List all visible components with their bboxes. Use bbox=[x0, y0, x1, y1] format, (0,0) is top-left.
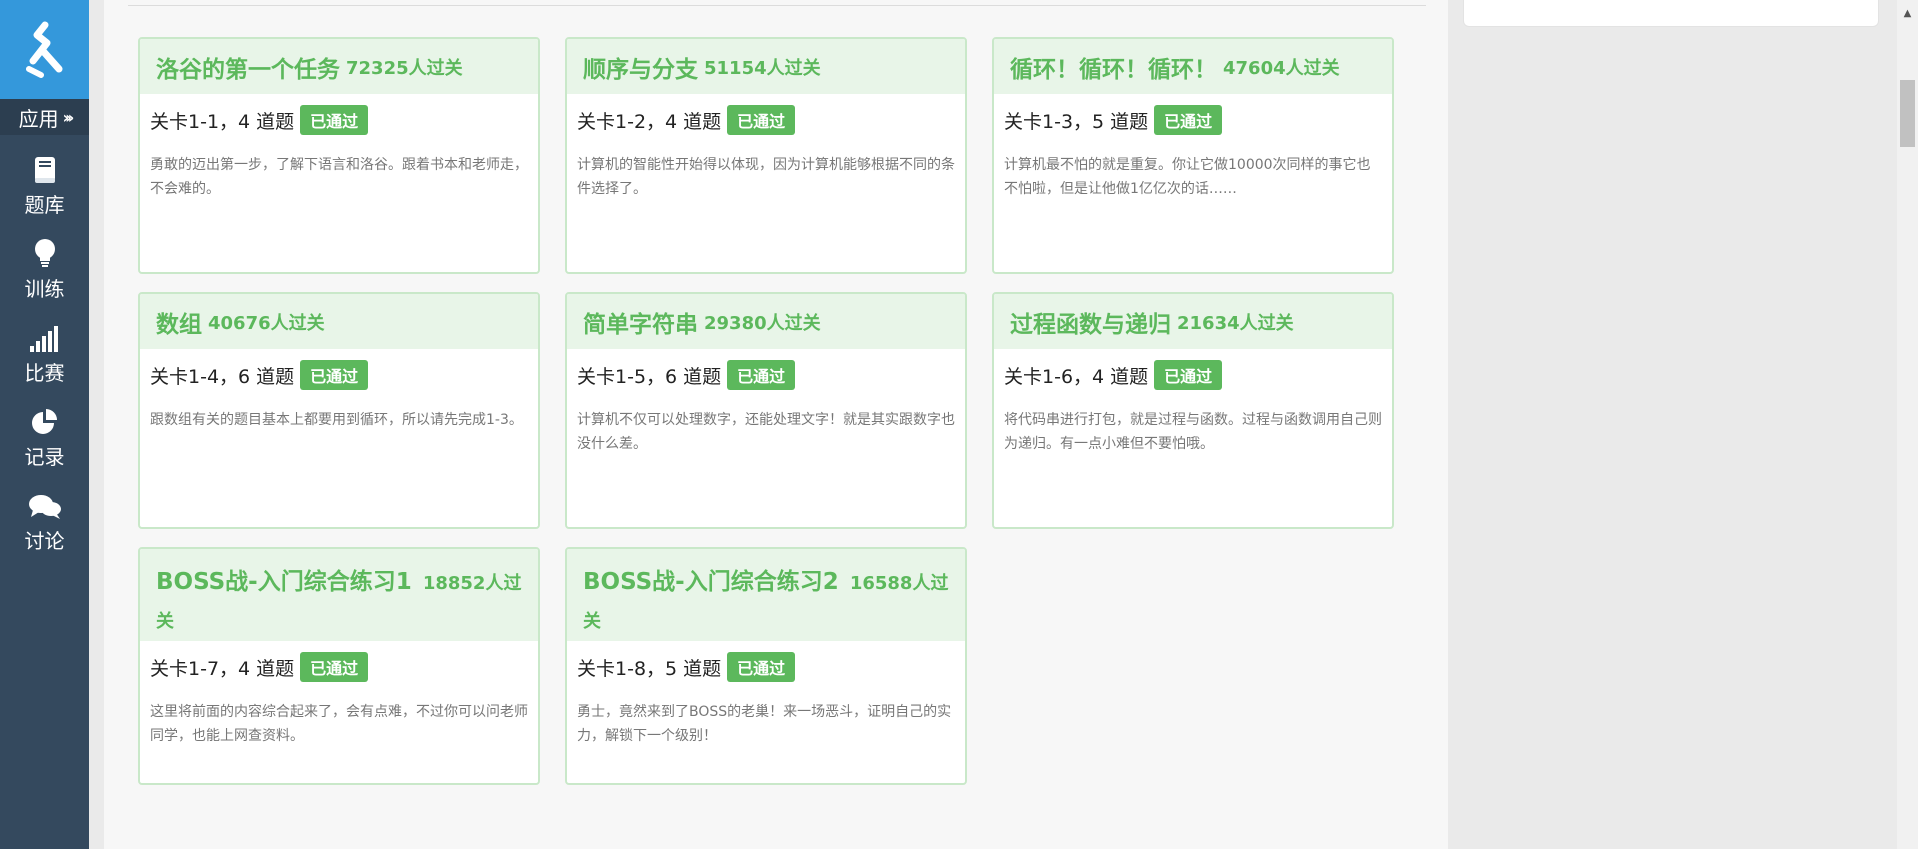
divider bbox=[128, 5, 1426, 6]
app-menu-toggle[interactable]: 应用 ››› bbox=[0, 99, 89, 135]
card-meta: 关卡1-3，5 道题 已通过 bbox=[994, 105, 1392, 135]
level-card[interactable]: 简单字符串 29380人过关 关卡1-5，6 道题 已通过 计算机不仅可以处理数… bbox=[565, 292, 967, 529]
level-card[interactable]: BOSS战-入门综合练习1 18852人过关 关卡1-7，4 道题 已通过 这里… bbox=[138, 547, 540, 785]
card-description: 计算机不仅可以处理数字，还能处理文字！就是其实跟数字也没什么差。 bbox=[577, 412, 955, 452]
sidebar-item-training[interactable]: 训练 bbox=[0, 234, 89, 318]
passed-count: 21634人过关 bbox=[1177, 312, 1294, 334]
level-info: 关卡1-8，5 道题 bbox=[577, 657, 722, 680]
book-icon bbox=[34, 150, 56, 184]
level-info: 关卡1-1，4 道题 bbox=[150, 110, 295, 133]
card-title[interactable]: BOSS战-入门综合练习1 bbox=[156, 569, 412, 595]
status-badge: 已通过 bbox=[300, 652, 369, 682]
card-header: BOSS战-入门综合练习2 16588人过关 bbox=[567, 549, 965, 641]
status-badge: 已通过 bbox=[727, 360, 796, 390]
status-badge: 已通过 bbox=[300, 360, 369, 390]
sidebar-item-records[interactable]: 记录 bbox=[0, 402, 89, 486]
right-panel-area bbox=[1448, 0, 1918, 849]
card-description: 这里将前面的内容综合起来了，会有点难，不过你可以问老师同学，也能上网查资料。 bbox=[150, 704, 528, 744]
card-title[interactable]: BOSS战-入门综合练习2 bbox=[583, 569, 839, 595]
level-card[interactable]: 循环！循环！循环！ 47604人过关 关卡1-3，5 道题 已通过 计算机最不怕… bbox=[992, 37, 1394, 274]
card-header: 洛谷的第一个任务 72325人过关 bbox=[140, 39, 538, 94]
card-description: 计算机的智能性开始得以体现，因为计算机能够根据不同的条件选择了。 bbox=[577, 157, 955, 197]
level-info: 关卡1-5，6 道题 bbox=[577, 365, 722, 388]
status-badge: 已通过 bbox=[300, 105, 369, 135]
level-info: 关卡1-6，4 道题 bbox=[1004, 365, 1149, 388]
status-badge: 已通过 bbox=[1154, 360, 1223, 390]
sidebar-item-contests[interactable]: 比赛 bbox=[0, 318, 89, 402]
level-info: 关卡1-2，4 道题 bbox=[577, 110, 722, 133]
app-label: 应用 bbox=[18, 106, 59, 131]
sidebar: 应用 ››› 题库 训练 比赛 记录 讨论 bbox=[0, 0, 89, 849]
card-description: 勇士，竟然来到了BOSS的老巢！来一场恶斗，证明自己的实力，解锁下一个级别！ bbox=[577, 704, 952, 744]
sidebar-item-discuss[interactable]: 讨论 bbox=[0, 486, 89, 570]
level-card[interactable]: 洛谷的第一个任务 72325人过关 关卡1-1，4 道题 已通过 勇敢的迈出第一… bbox=[138, 37, 540, 274]
card-header: 简单字符串 29380人过关 bbox=[567, 294, 965, 349]
logo-icon bbox=[25, 21, 62, 78]
pie-chart-icon bbox=[30, 402, 60, 436]
card-meta: 关卡1-7，4 道题 已通过 bbox=[140, 652, 538, 682]
lightbulb-icon bbox=[34, 234, 56, 268]
card-header: 循环！循环！循环！ 47604人过关 bbox=[994, 39, 1392, 94]
status-badge: 已通过 bbox=[727, 652, 796, 682]
card-title[interactable]: 循环！循环！循环！ bbox=[1010, 50, 1217, 84]
card-header: 数组 40676人过关 bbox=[140, 294, 538, 349]
signal-bars-icon bbox=[29, 318, 60, 352]
card-title[interactable]: 简单字符串 bbox=[583, 305, 698, 339]
passed-count: 51154人过关 bbox=[704, 57, 821, 79]
level-card[interactable]: 顺序与分支 51154人过关 关卡1-2，4 道题 已通过 计算机的智能性开始得… bbox=[565, 37, 967, 274]
sidebar-item-problems[interactable]: 题库 bbox=[0, 150, 89, 234]
scrollbar-thumb[interactable] bbox=[1900, 80, 1915, 147]
card-header: 过程函数与递归 21634人过关 bbox=[994, 294, 1392, 349]
card-header: 顺序与分支 51154人过关 bbox=[567, 39, 965, 94]
sidebar-item-label: 训练 bbox=[24, 277, 65, 301]
card-meta: 关卡1-4，6 道题 已通过 bbox=[140, 360, 538, 390]
card-description: 计算机最不怕的就是重复。你让它做10000次同样的事它也不怕啦，但是让他做1亿亿… bbox=[1004, 157, 1371, 197]
double-chevron-right-icon: ››› bbox=[62, 107, 75, 127]
level-card[interactable]: BOSS战-入门综合练习2 16588人过关 关卡1-8，5 道题 已通过 勇士… bbox=[565, 547, 967, 785]
passed-count: 72325人过关 bbox=[346, 57, 463, 79]
card-title[interactable]: 洛谷的第一个任务 bbox=[156, 50, 340, 84]
passed-count: 29380人过关 bbox=[704, 312, 821, 334]
sidebar-item-label: 题库 bbox=[24, 193, 65, 217]
comments-icon bbox=[28, 486, 61, 520]
level-info: 关卡1-3，5 道题 bbox=[1004, 110, 1149, 133]
level-info: 关卡1-4，6 道题 bbox=[150, 365, 295, 388]
level-info: 关卡1-7，4 道题 bbox=[150, 657, 295, 680]
card-header: BOSS战-入门综合练习1 18852人过关 bbox=[140, 549, 538, 641]
status-badge: 已通过 bbox=[727, 105, 796, 135]
card-title[interactable]: 顺序与分支 bbox=[583, 50, 698, 84]
status-badge: 已通过 bbox=[1154, 105, 1223, 135]
sidebar-item-label: 讨论 bbox=[24, 529, 65, 553]
luogu-logo[interactable] bbox=[0, 0, 89, 99]
level-card[interactable]: 数组 40676人过关 关卡1-4，6 道题 已通过 跟数组有关的题目基本上都要… bbox=[138, 292, 540, 529]
sidebar-item-label: 比赛 bbox=[24, 361, 65, 385]
passed-count: 47604人过关 bbox=[1223, 57, 1340, 79]
card-title[interactable]: 过程函数与递归 bbox=[1010, 305, 1171, 339]
right-panel-box bbox=[1463, 0, 1879, 27]
card-meta: 关卡1-5，6 道题 已通过 bbox=[567, 360, 965, 390]
card-meta: 关卡1-8，5 道题 已通过 bbox=[567, 652, 965, 682]
card-title[interactable]: 数组 bbox=[156, 305, 202, 339]
scrollbar[interactable]: ▲ bbox=[1897, 0, 1918, 849]
passed-count: 40676人过关 bbox=[208, 312, 325, 334]
card-meta: 关卡1-1，4 道题 已通过 bbox=[140, 105, 538, 135]
card-meta: 关卡1-2，4 道题 已通过 bbox=[567, 105, 965, 135]
sidebar-item-label: 记录 bbox=[24, 445, 65, 469]
level-card[interactable]: 过程函数与递归 21634人过关 关卡1-6，4 道题 已通过 将代码串进行打包… bbox=[992, 292, 1394, 529]
card-description: 勇敢的迈出第一步，了解下语言和洛谷。跟着书本和老师走，不会难的。 bbox=[150, 157, 528, 197]
card-description: 将代码串进行打包，就是过程与函数。过程与函数调用自己则为递归。有一点小难但不要怕… bbox=[1004, 412, 1382, 452]
card-description: 跟数组有关的题目基本上都要用到循环，所以请先完成1-3。 bbox=[150, 412, 523, 428]
scroll-up-arrow-icon[interactable]: ▲ bbox=[1897, 8, 1918, 19]
card-meta: 关卡1-6，4 道题 已通过 bbox=[994, 360, 1392, 390]
